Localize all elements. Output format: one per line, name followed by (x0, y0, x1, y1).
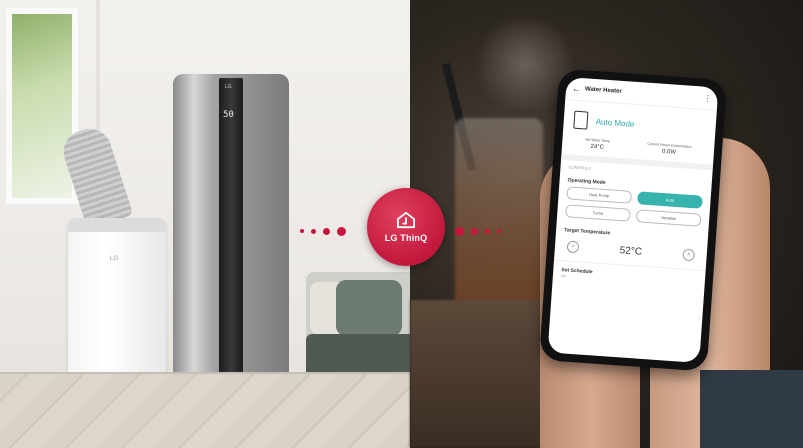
green-pillow (336, 280, 402, 336)
heater-display: 50 (223, 110, 234, 120)
marketing-scene: LG LG 50 ← Water Heater ⋮ Auto Mode Set … (0, 0, 803, 448)
dot (300, 229, 304, 233)
thinq-label: LG ThinQ (384, 233, 428, 243)
ac-logo: LG (110, 256, 119, 262)
decrease-temp-button[interactable]: ˅ (566, 240, 580, 254)
stat-label: Set Water Temp (585, 137, 611, 144)
water-heater-device-icon (573, 110, 589, 130)
stat-value: 0.0W (661, 148, 677, 156)
heater-front-panel: LG 50 (219, 78, 243, 380)
increase-temp-button[interactable]: ˄ (682, 248, 696, 262)
mode-chip-vacation[interactable]: Vacation (635, 209, 702, 227)
stat-set-water-temp: Set Water Temp 24°C (585, 137, 611, 151)
connection-dots-left (300, 226, 346, 236)
target-temperature-value: 52°C (619, 244, 643, 258)
iced-coffee-glass (455, 118, 543, 314)
thinq-hub-badge: LG ThinQ (367, 188, 445, 266)
current-mode-label: Auto Mode (595, 116, 635, 129)
home-icon (397, 211, 415, 229)
phone-screen: ← Water Heater ⋮ Auto Mode Set Water Tem… (547, 77, 719, 363)
heat-pump-water-heater: LG 50 (173, 74, 289, 384)
more-options-icon[interactable]: ⋮ (703, 93, 712, 103)
dot (471, 227, 478, 235)
dot (455, 226, 464, 236)
stat-power-consumption: Current Power Consumption 0.0W (647, 142, 691, 157)
app-title: Water Heater (584, 86, 622, 95)
ac-top-panel (68, 218, 166, 232)
mode-chip-turbo[interactable]: Turbo (565, 204, 631, 222)
dot (337, 226, 346, 236)
connection-dots-right (455, 226, 501, 236)
heater-logo: LG (225, 84, 232, 90)
sleeve (700, 370, 803, 448)
portable-air-conditioner: LG (68, 218, 166, 382)
dot (323, 227, 330, 235)
dot (311, 228, 316, 234)
wood-floor (0, 372, 410, 448)
dot (485, 228, 490, 234)
smartphone: ← Water Heater ⋮ Auto Mode Set Water Tem… (539, 68, 727, 372)
room-scene: LG LG 50 (0, 0, 410, 448)
stat-value: 24°C (590, 143, 605, 151)
back-arrow-icon[interactable]: ← (572, 83, 582, 94)
window (6, 8, 78, 204)
dot (497, 229, 501, 233)
